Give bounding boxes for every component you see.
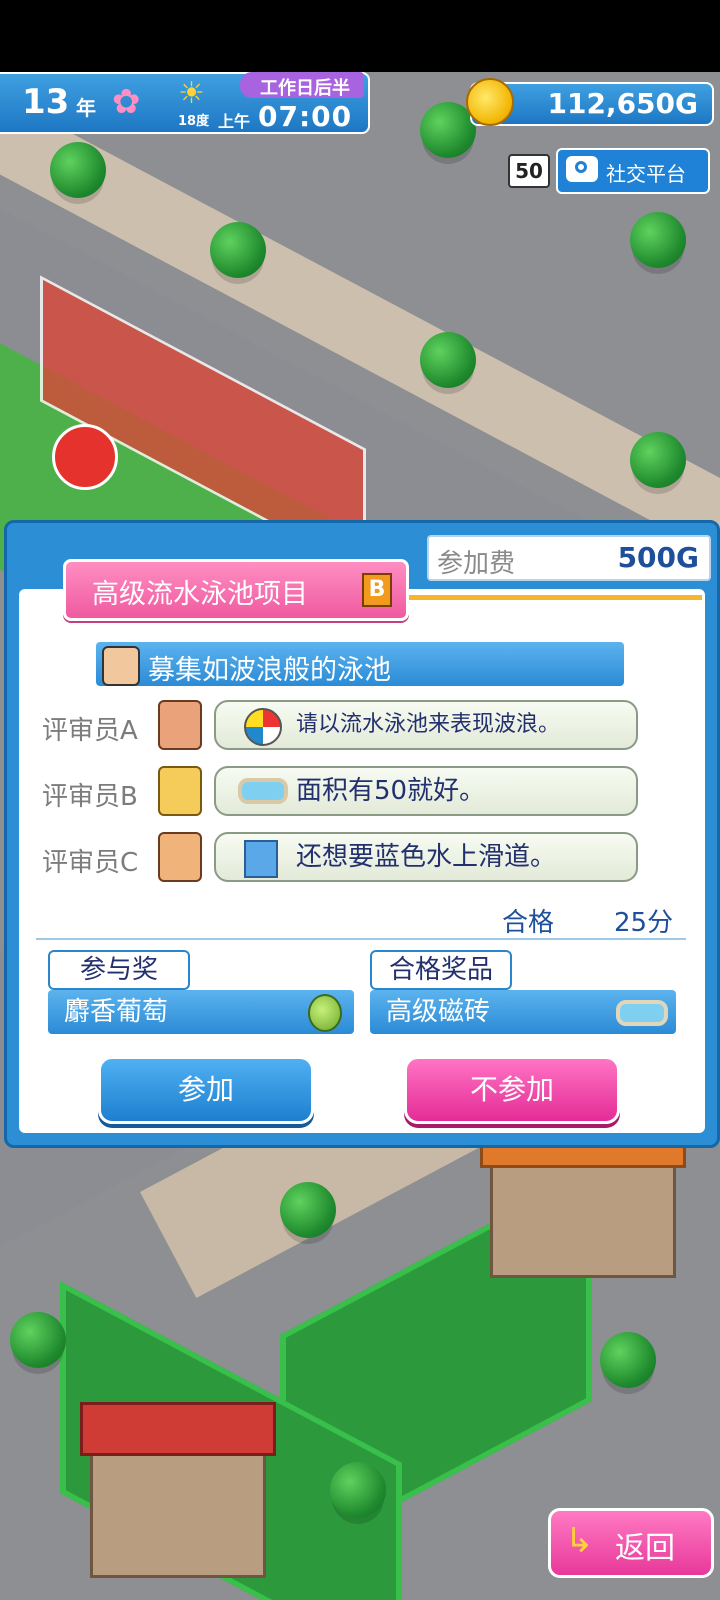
date-time-panel: 13 年 ✿ ☀ 18度 工作日后半 上午 07:00 [0, 72, 370, 134]
judge-b-comment: 面积有50就好。 [214, 766, 638, 816]
judge-a-comment: 请以流水泳池来表现波浪。 [214, 700, 638, 750]
clock-time: 07:00 [258, 100, 353, 133]
divider [36, 938, 686, 940]
join-button[interactable]: 参加 [98, 1056, 314, 1124]
period-badge: 工作日后半 [240, 72, 364, 99]
slide-icon [244, 840, 278, 878]
temperature: 18度 [178, 114, 210, 129]
entry-fee-box: 参加费 500G [427, 535, 711, 581]
judge-a-avatar [158, 700, 202, 750]
money-amount: 112,650G [547, 87, 698, 120]
contest-title-tag: 高级流水泳池项目 B [63, 559, 409, 621]
pass-score: 25分 [614, 908, 674, 938]
contest-title: 高级流水泳池项目 [92, 579, 308, 610]
return-arrow-icon: ↳ [565, 1521, 594, 1561]
judge-c-label: 评审员C [42, 848, 139, 878]
year-number: 13 [22, 82, 70, 122]
presenter-avatar [102, 646, 140, 686]
entry-fee-value: 500G [617, 541, 699, 574]
coin-icon [466, 78, 514, 126]
pool-tile-icon [616, 1000, 668, 1026]
participation-prize: 麝香葡萄 [48, 990, 354, 1034]
back-button[interactable]: ↳ 返回 [548, 1508, 714, 1578]
pass-prize: 高级磁砖 [370, 990, 676, 1034]
back-label: 返回 [615, 1531, 675, 1566]
social-platform-label: 社交平台 [606, 162, 686, 186]
social-count-badge: 50 [508, 154, 550, 188]
social-platform-button[interactable]: 社交平台 [556, 148, 710, 194]
judge-b-avatar [158, 766, 202, 816]
year-unit: 年 [76, 96, 96, 120]
title-stripe [402, 595, 702, 600]
am-pm: 上午 [218, 112, 251, 131]
sun-icon: ☀ [178, 76, 205, 111]
contest-theme-bar: 募集如波浪般的泳池 [96, 642, 624, 686]
pass-label: 合格 [502, 908, 555, 938]
participation-prize-tab: 参与奖 [48, 950, 190, 990]
contest-theme: 募集如波浪般的泳池 [148, 655, 391, 686]
judge-c-avatar [158, 832, 202, 882]
status-bar: 13 年 ✿ ☀ 18度 工作日后半 上午 07:00 112,650G [0, 72, 720, 134]
rank-badge: B [362, 573, 392, 607]
beach-ball-icon [244, 708, 282, 746]
judge-c-comment: 还想要蓝色水上滑道。 [214, 832, 638, 882]
entry-fee-label: 参加费 [437, 549, 516, 579]
pass-prize-tab: 合格奖品 [370, 950, 512, 990]
flower-icon: ✿ [112, 82, 141, 122]
camera-icon [566, 156, 598, 182]
grape-icon [308, 994, 342, 1032]
decline-button[interactable]: 不参加 [404, 1056, 620, 1124]
judge-b-label: 评审员B [42, 782, 138, 812]
pool-icon [238, 778, 288, 804]
judge-a-label: 评审员A [42, 716, 138, 746]
